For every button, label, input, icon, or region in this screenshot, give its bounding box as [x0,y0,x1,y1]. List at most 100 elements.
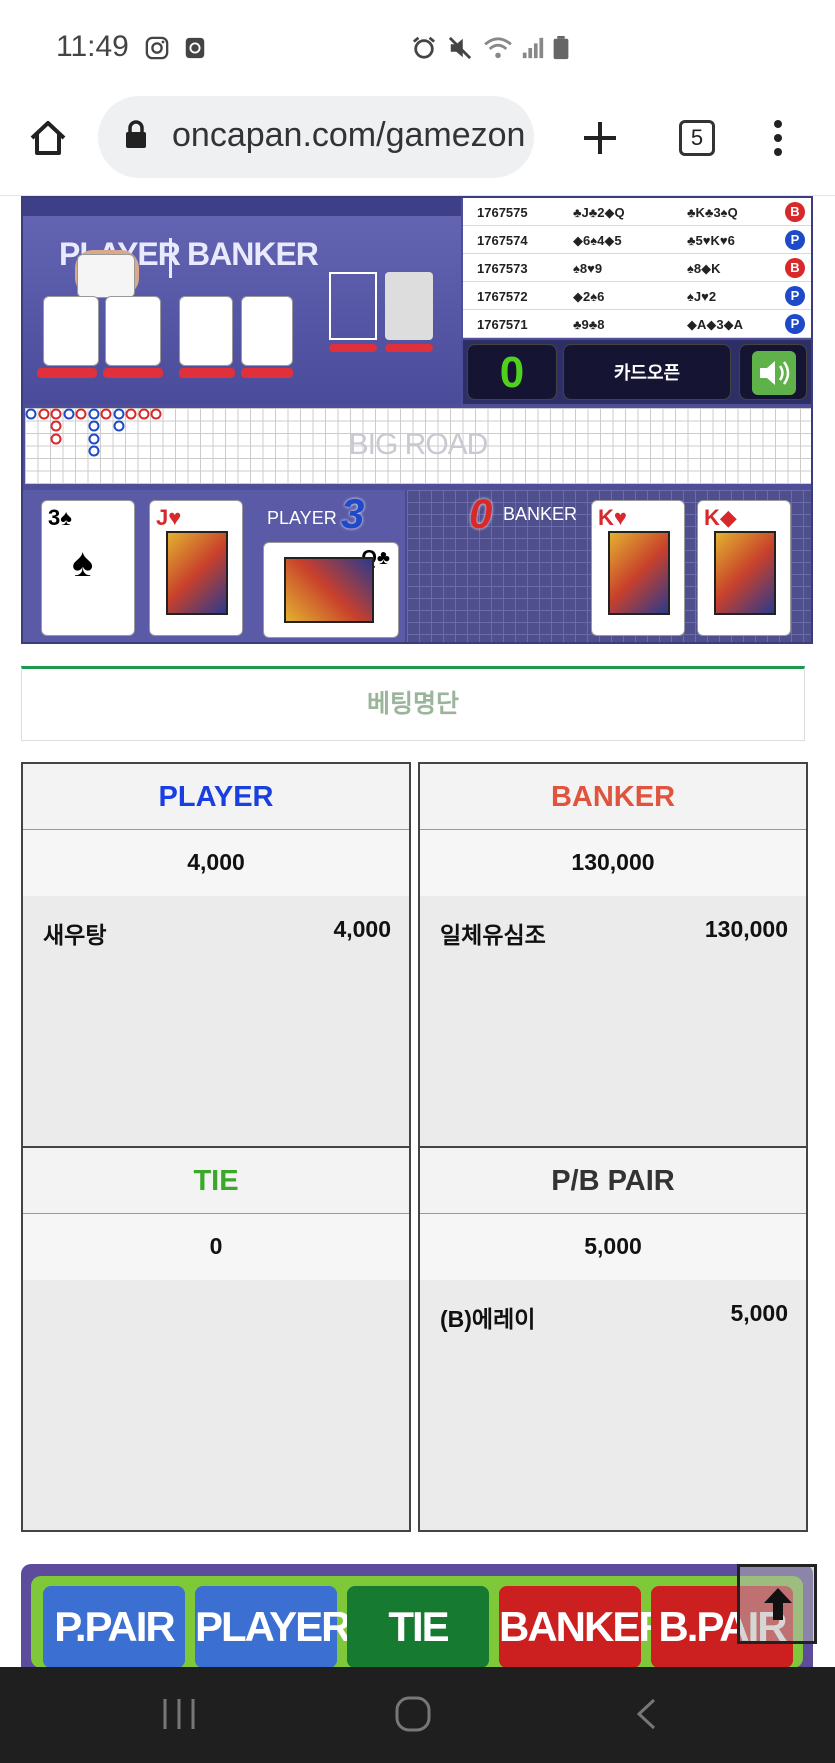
home-nav-icon[interactable] [394,1695,432,1733]
bet-amount: 4,000 [333,916,391,942]
alarm-icon [412,36,436,59]
card-face: J♥ [156,505,182,530]
bet-player-button[interactable]: PLAYER [195,1586,352,1668]
tie-bets-panel: TIE 0 [21,1146,411,1532]
history-row: 1767575 ♣J♣2◆Q ♣K♣3♠Q B [463,198,811,226]
home-icon[interactable] [28,118,68,158]
browser-toolbar: oncapan.com/gamezone 5 [0,96,835,196]
banker-score-label: BANKER [503,504,578,524]
card-face: 3♠ [48,505,72,530]
arrow-up-icon [764,1588,792,1620]
recent-apps-icon[interactable] [160,1697,198,1731]
battery-icon [553,36,569,60]
live-video: PLAYER BANKER [23,198,461,404]
signal-icon [522,37,544,59]
banker-bets-panel: BANKER 130,000 일체유심조 130,000 [418,762,808,1148]
history-row: 1767571 ♣9♣8 ◆A◆3◆A P [463,310,811,338]
player-score: 3 [341,490,365,537]
sound-toggle-button[interactable] [739,344,807,400]
address-bar[interactable]: oncapan.com/gamezone [98,96,534,178]
big-road-marks [25,408,162,457]
bet-amount: 130,000 [704,916,788,942]
banker-score: 0 [469,490,493,537]
player-score-label: PLAYER [267,508,337,528]
round-id: 1767575 [477,205,528,220]
history-row: 1767574 ◆6♠4◆5 ♣5♥K♥6 P [463,226,811,254]
bettor-name: (B)에레이 [440,1306,536,1332]
mute-icon [448,36,472,60]
result-badge: P [785,314,805,334]
tab-switcher-button[interactable]: 5 [679,120,715,156]
card-face: K♥ [598,505,627,530]
betting-list-header: 베팅명단 [21,666,805,741]
big-road-board: BIG ROAD [25,408,811,484]
player-cards: ◆2♠6 [573,289,605,304]
bet-amount: 5,000 [730,1300,788,1326]
more-menu-icon[interactable] [766,118,790,158]
round-history-table: 1767575 ♣J♣2◆Q ♣K♣3♠Q B 1767574 ◆6♠4◆5 ♣5♥K♥6 P… [463,198,811,338]
banker-cards: ♣K♣3♠Q [687,205,738,220]
new-tab-icon[interactable] [580,118,620,158]
video-banker-label: BANKER [187,236,319,272]
banker-card-2: K◆ [697,500,791,636]
bet-entry: 일체유심조 130,000 [420,896,806,962]
player-cards: ◆6♠4◆5 [573,233,622,248]
round-id: 1767572 [477,289,528,304]
game-controls: 0 카드오픈 [463,340,811,404]
player-cards: ♣J♣2◆Q [573,205,625,220]
instagram-icon [145,36,169,60]
panel-total: 5,000 [420,1214,806,1280]
banker-cards: ◆A◆3◆A [687,317,743,332]
panel-total: 4,000 [23,830,409,896]
player-cards: ♠8♥9 [573,261,603,276]
panel-title: TIE [23,1148,409,1214]
card-face: K◆ [704,505,737,530]
panel-total: 0 [23,1214,409,1280]
banker-cards: ♣5♥K♥6 [687,233,735,248]
player-card-1: 3♠ ♠ [41,500,135,636]
result-badge: B [785,258,805,278]
pair-bets-panel: P/B PAIR 5,000 (B)에레이 5,000 [418,1146,808,1532]
banker-cards: ♠J♥2 [687,289,717,304]
round-id: 1767573 [477,261,528,276]
url-text: oncapan.com/gamezone [172,116,527,154]
result-badge: P [785,286,805,306]
bet-entry: 새우탕 4,000 [23,896,409,962]
banker-card-1: K♥ [591,500,685,636]
result-badge: P [785,230,805,250]
countdown-timer: 0 [467,344,557,400]
clock-app-icon [185,37,205,59]
betting-list-title: 베팅명단 [366,690,459,718]
back-icon[interactable] [634,1697,658,1731]
round-id: 1767571 [477,317,528,332]
player-card-2: J♥ [149,500,243,636]
panel-title: P/B PAIR [420,1148,806,1214]
bettor-name: 일체유심조 [440,922,546,948]
status-bar: 11:49 [0,0,835,96]
card-open-button[interactable]: 카드오픈 [563,344,731,400]
bettor-name: 새우탕 [43,922,107,948]
wifi-icon [484,37,512,59]
game-video-panel: PLAYER BANKER 1767575♣J♣2◆Q♣K♣3♠QB176757… [21,196,813,644]
player-bets-panel: PLAYER 4,000 새우탕 4,000 [21,762,411,1148]
status-time: 11:49 [56,30,129,63]
history-row: 1767572 ◆2♠6 ♠J♥2 P [463,282,811,310]
speaker-icon [752,351,796,395]
bet-button-bar: P.PAIR PLAYER TIE BANKER B.PAIR [21,1564,813,1668]
bet-p-pair-button[interactable]: P.PAIR [43,1586,185,1668]
lock-icon [126,120,146,148]
round-id: 1767574 [477,233,528,248]
bet-entry: (B)에레이 5,000 [420,1280,806,1346]
player-cards: ♣9♣8 [573,317,605,332]
panel-total: 130,000 [420,830,806,896]
history-row: 1767573 ♠8♥9 ♠8◆K B [463,254,811,282]
panel-title: BANKER [420,764,806,830]
panel-title: PLAYER [23,764,409,830]
scroll-to-top-button[interactable] [737,1564,817,1644]
bet-banker-button[interactable]: BANKER [499,1586,669,1668]
player-card-3: Q♣ [263,542,399,638]
system-navigation-bar [0,1667,835,1763]
bet-tie-button[interactable]: TIE [347,1586,489,1668]
result-badge: B [785,202,805,222]
card-result-area: 3♠ ♠ J♥ Q♣ PLAYER 3 0 BANKER K♥ K◆ [23,490,811,642]
